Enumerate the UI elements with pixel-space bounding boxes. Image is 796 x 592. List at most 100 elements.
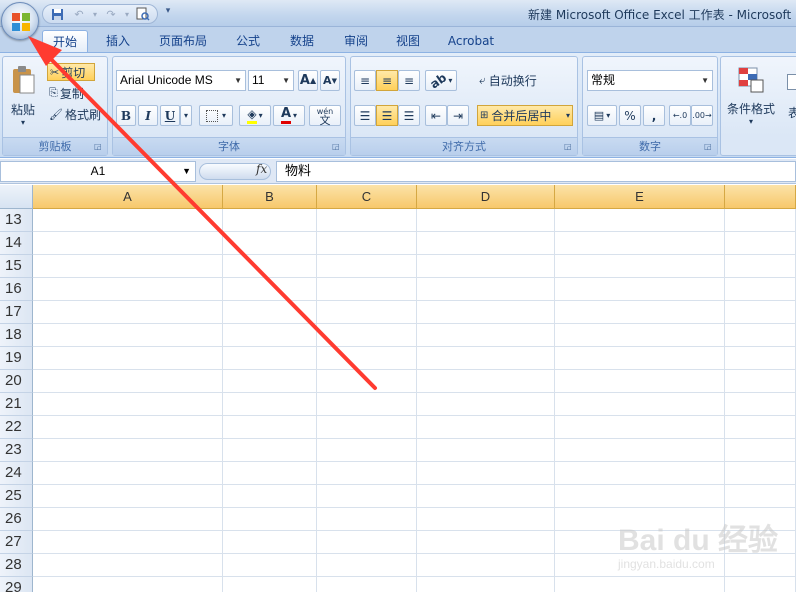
copy-button[interactable]: ⎘ 复制	[47, 84, 95, 102]
cell[interactable]	[33, 278, 223, 301]
orientation-button[interactable]: ab ▾	[425, 70, 457, 91]
comma-button[interactable]: ,	[643, 105, 665, 126]
cell[interactable]	[417, 531, 555, 554]
conditional-format-button[interactable]: 条件格式 ▾	[723, 59, 779, 133]
cell[interactable]	[33, 370, 223, 393]
cell[interactable]	[317, 577, 417, 592]
cell[interactable]	[417, 278, 555, 301]
cell[interactable]	[317, 301, 417, 324]
cell[interactable]	[33, 301, 223, 324]
cell[interactable]	[317, 531, 417, 554]
tab-page-layout[interactable]: 页面布局	[150, 30, 216, 52]
cell[interactable]	[223, 255, 317, 278]
cell[interactable]	[223, 531, 317, 554]
cell[interactable]	[223, 370, 317, 393]
cell[interactable]	[555, 255, 725, 278]
merge-center-button[interactable]: ⊞ 合并后居中 ▾	[477, 105, 573, 126]
grow-font-icon[interactable]: A ▲	[298, 70, 318, 91]
shrink-font-icon[interactable]: A ▼	[320, 70, 340, 91]
cell[interactable]	[417, 462, 555, 485]
cell[interactable]	[317, 485, 417, 508]
increase-indent-icon[interactable]: ⇥	[447, 105, 469, 126]
cell[interactable]	[555, 278, 725, 301]
cell[interactable]	[33, 393, 223, 416]
cell[interactable]	[223, 416, 317, 439]
cell[interactable]	[417, 370, 555, 393]
cell[interactable]	[725, 393, 796, 416]
cell[interactable]	[317, 554, 417, 577]
clipboard-launcher-icon[interactable]: ◲	[94, 142, 104, 152]
office-button[interactable]	[1, 2, 39, 40]
tab-data[interactable]: 数据	[280, 30, 324, 52]
tab-acrobat[interactable]: Acrobat	[440, 30, 502, 52]
format-painter-button[interactable]: 🖌 格式刷	[47, 105, 107, 123]
cell[interactable]	[317, 462, 417, 485]
cell[interactable]	[317, 439, 417, 462]
cell[interactable]	[33, 485, 223, 508]
cell[interactable]	[417, 347, 555, 370]
cell[interactable]	[555, 232, 725, 255]
cell[interactable]	[725, 370, 796, 393]
cell[interactable]	[33, 508, 223, 531]
wrap-text-button[interactable]: ⤶ 自动换行	[479, 70, 559, 91]
font-name-select[interactable]: Arial Unicode MS ▼	[116, 70, 246, 91]
cell[interactable]	[223, 209, 317, 232]
number-format-select[interactable]: 常规 ▼	[587, 70, 713, 91]
cell[interactable]	[33, 209, 223, 232]
cell[interactable]	[317, 209, 417, 232]
column-header[interactable]: B	[223, 185, 317, 209]
paste-dropdown-icon[interactable]: ▾	[21, 118, 25, 127]
row-header[interactable]: 28	[0, 554, 33, 577]
cell[interactable]	[223, 508, 317, 531]
cell[interactable]	[223, 577, 317, 592]
formula-input[interactable]: 物料	[276, 161, 796, 182]
format-as-table-button[interactable]: 表	[779, 59, 796, 133]
cell[interactable]	[417, 577, 555, 592]
fill-color-button[interactable]: ◈ ▾	[239, 105, 271, 126]
cell[interactable]	[223, 393, 317, 416]
tab-review[interactable]: 审阅	[334, 30, 378, 52]
cell[interactable]	[725, 347, 796, 370]
chevron-down-icon[interactable]: ▼	[182, 162, 191, 181]
cell[interactable]	[555, 324, 725, 347]
column-header[interactable]: E	[555, 185, 725, 209]
align-right-icon[interactable]: ☰	[398, 105, 420, 126]
cell[interactable]	[33, 255, 223, 278]
cell[interactable]	[317, 370, 417, 393]
insert-function-icon[interactable]: fx	[256, 162, 267, 176]
cell[interactable]	[555, 393, 725, 416]
borders-button[interactable]: ▾	[199, 105, 233, 126]
tab-home[interactable]: 开始	[42, 30, 88, 52]
cell[interactable]	[725, 209, 796, 232]
bold-button[interactable]: B	[116, 105, 136, 126]
cell[interactable]	[317, 278, 417, 301]
cell[interactable]	[317, 416, 417, 439]
cell[interactable]	[33, 324, 223, 347]
decrease-decimal-icon[interactable]: .00→	[691, 105, 713, 126]
cell[interactable]	[417, 508, 555, 531]
row-header[interactable]: 17	[0, 301, 33, 324]
percent-button[interactable]: %	[619, 105, 641, 126]
cell[interactable]	[33, 554, 223, 577]
row-header[interactable]: 14	[0, 232, 33, 255]
cell[interactable]	[555, 301, 725, 324]
row-header[interactable]: 15	[0, 255, 33, 278]
cell[interactable]	[223, 232, 317, 255]
decrease-indent-icon[interactable]: ⇤	[425, 105, 447, 126]
cell[interactable]	[417, 554, 555, 577]
cell[interactable]	[417, 439, 555, 462]
increase-decimal-icon[interactable]: ←.0	[669, 105, 691, 126]
cell[interactable]	[223, 439, 317, 462]
cell[interactable]	[223, 554, 317, 577]
cell[interactable]	[417, 485, 555, 508]
cell[interactable]	[223, 278, 317, 301]
row-header[interactable]: 22	[0, 416, 33, 439]
cell[interactable]	[725, 416, 796, 439]
row-header[interactable]: 19	[0, 347, 33, 370]
cell[interactable]	[33, 439, 223, 462]
cell[interactable]	[725, 462, 796, 485]
cell[interactable]	[725, 278, 796, 301]
cell[interactable]	[317, 347, 417, 370]
font-size-select[interactable]: 11 ▼	[248, 70, 294, 91]
cell[interactable]	[33, 462, 223, 485]
